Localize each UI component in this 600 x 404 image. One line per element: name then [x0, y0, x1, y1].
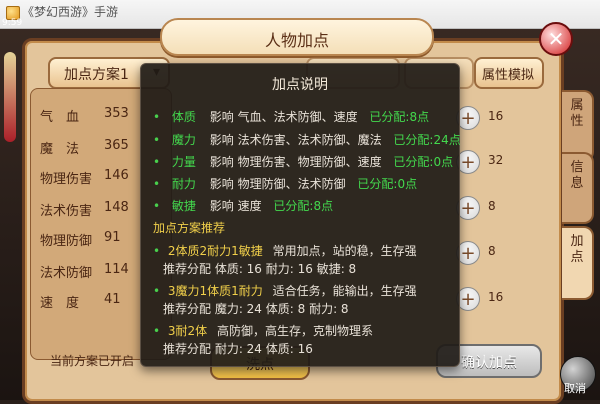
- recommend-desc: 适合任务，能输出，生存强: [272, 284, 417, 298]
- point-value: 32: [488, 153, 504, 167]
- panel-title: 人物加点: [264, 31, 329, 50]
- recommend-line: • 2体质2耐力1敏捷 常用加点，站的稳，生存强: [153, 242, 417, 259]
- stat-line: • 力量 影响 物理伤害、物理防御、速度 已分配:0点: [153, 153, 453, 170]
- stat-allocated: 已分配:8点: [273, 199, 334, 213]
- attribute-simulation-label: 属性模拟: [482, 68, 535, 83]
- attribute-name: 速 度: [40, 296, 80, 311]
- stat-name: 耐力: [171, 177, 196, 191]
- window-title: 《梦幻西游》手游: [22, 5, 119, 19]
- bullet-icon: •: [153, 244, 161, 258]
- stat-allocated: 已分配:0点: [357, 177, 418, 191]
- bullet-icon: •: [153, 177, 161, 191]
- attribute-name: 气 血: [40, 110, 80, 125]
- attribute-name: 物理防御: [40, 234, 93, 249]
- point-value: 16: [488, 290, 504, 304]
- stat-name: 力量: [171, 155, 196, 169]
- stat-name: 魔力: [171, 133, 196, 147]
- plus-icon: +: [460, 288, 476, 310]
- stat-line: • 耐力 影响 物理防御、法术防御 已分配:0点: [153, 175, 417, 192]
- plus-icon: +: [460, 242, 476, 264]
- stat-desc: 影响 气血、法术防御、速度: [209, 110, 358, 124]
- point-value: 16: [488, 109, 504, 123]
- bullet-icon: •: [153, 199, 161, 213]
- recommend-desc: 常用加点，站的稳，生存强: [272, 244, 417, 258]
- bullet-icon: •: [153, 155, 161, 169]
- stat-allocated: 已分配:8点: [369, 110, 430, 124]
- stat-allocated: 已分配:0点: [393, 155, 454, 169]
- recommend-line: • 3耐2体 高防御，高生存，克制物理系: [153, 322, 373, 339]
- bullet-icon: •: [153, 110, 161, 124]
- plus-icon: +: [460, 197, 476, 219]
- close-icon: ✕: [547, 27, 565, 51]
- recommend-line: • 3魔力1体质1耐力 适合任务，能输出，生存强: [153, 282, 417, 299]
- close-button[interactable]: ✕: [539, 22, 573, 56]
- decorative-ornament: [4, 52, 16, 142]
- stat-line: • 敏捷 影响 速度 已分配:8点: [153, 197, 333, 214]
- attribute-value: 353: [104, 106, 129, 121]
- point-value: 8: [488, 244, 496, 258]
- attribute-value: 146: [104, 168, 129, 183]
- stat-name: 敏捷: [171, 199, 196, 213]
- plus-icon: +: [460, 107, 476, 129]
- plus-icon: +: [460, 151, 476, 173]
- recommend-tag: 3耐2体: [167, 324, 208, 338]
- bullet-icon: •: [153, 133, 161, 147]
- attribute-value: 91: [104, 230, 121, 245]
- recommend-detail: 推荐分配 耐力: 24 体质: 16: [163, 342, 313, 356]
- recommend-detail: 推荐分配 体质: 16 耐力: 16 敏捷: 8: [163, 262, 357, 276]
- attribute-simulation-button[interactable]: 属性模拟: [474, 57, 544, 89]
- bullet-icon: •: [153, 324, 161, 338]
- tooltip-title: 加点说明: [272, 77, 328, 93]
- attribute-value: 41: [104, 292, 121, 307]
- recommend-detail: 推荐分配 魔力: 24 体质: 8 耐力: 8: [163, 302, 349, 316]
- attribute-name: 魔 法: [40, 142, 80, 157]
- stat-line: • 体质 影响 气血、法术防御、速度 已分配:8点: [153, 108, 429, 125]
- attribute-name: 法术防御: [40, 266, 93, 281]
- stat-desc: 影响 物理防御、法术防御: [209, 177, 346, 191]
- tab-info[interactable]: 信 息: [562, 152, 594, 224]
- attribute-name: 法术伤害: [40, 204, 93, 219]
- recommend-title: 加点方案推荐: [153, 221, 226, 235]
- panel-header: 人物加点: [160, 18, 434, 56]
- add-points-info-tooltip: 加点说明 • 体质 影响 气血、法术防御、速度 已分配:8点 • 魔力 影响 法…: [140, 63, 461, 367]
- stat-desc: 影响 法术伤害、法术防御、魔法: [209, 133, 382, 147]
- stat-desc: 影响 速度: [209, 199, 262, 213]
- recommend-tag: 2体质2耐力1敏捷: [167, 244, 263, 258]
- stat-desc: 影响 物理伤害、物理防御、速度: [209, 155, 382, 169]
- bullet-icon: •: [153, 284, 161, 298]
- tab-info-label: 信 息: [570, 160, 584, 191]
- attribute-value: 148: [104, 200, 129, 215]
- scheme-selector-label: 加点方案1: [64, 67, 129, 83]
- attribute-name: 物理伤害: [40, 172, 93, 187]
- stat-line: • 魔力 影响 法术伤害、法术防御、魔法 已分配:24点: [153, 131, 461, 148]
- tab-add-points[interactable]: 加 点: [562, 226, 594, 300]
- point-value: 8: [488, 199, 496, 213]
- cancel-label: 取消: [564, 382, 586, 395]
- tab-attributes-label: 属 性: [570, 98, 584, 129]
- current-scheme-status: 当前方案已开启: [50, 354, 135, 368]
- attribute-value: 365: [104, 138, 129, 153]
- attribute-value: 114: [104, 262, 129, 277]
- stat-allocated: 已分配:24点: [393, 133, 461, 147]
- stat-name: 体质: [171, 110, 196, 124]
- tab-add-points-label: 加 点: [570, 234, 584, 265]
- recommend-desc: 高防御，高生存，克制物理系: [217, 324, 374, 338]
- recommend-tag: 3魔力1体质1耐力: [167, 284, 263, 298]
- clock: 9:59: [2, 18, 23, 28]
